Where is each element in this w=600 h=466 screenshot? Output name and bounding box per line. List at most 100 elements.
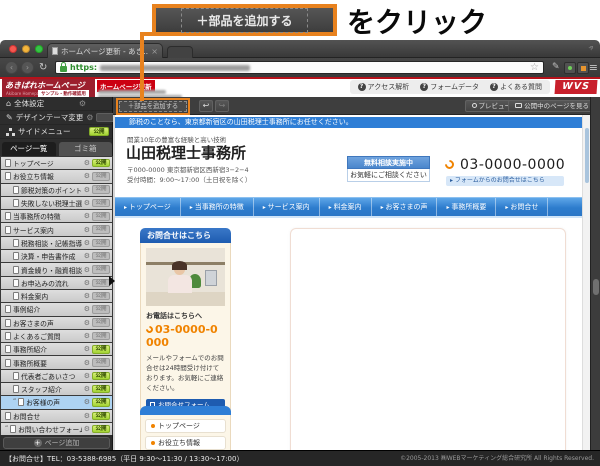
gear-icon[interactable]: ⚙ [84, 372, 90, 380]
page-row[interactable]: ” サービス案内 ⚙ 公開 [1, 223, 112, 235]
gear-icon[interactable]: ⚙ [84, 212, 90, 220]
app-scrollbar[interactable] [590, 97, 600, 450]
url-field[interactable]: https: ☆ [55, 61, 544, 74]
site-nav-item[interactable]: サービス案内 [254, 198, 320, 216]
gear-icon[interactable]: ⚙ [84, 279, 90, 287]
gear-icon[interactable]: ⚙ [84, 266, 90, 274]
page-row[interactable]: ” 失敗しない税理士選び ⚙ 公開 [1, 197, 112, 209]
gear-icon[interactable]: ⚙ [84, 398, 90, 406]
add-part-button[interactable]: ＋部品を追加する [119, 101, 187, 112]
publish-badge[interactable]: 公開 [92, 159, 110, 168]
gear-icon[interactable]: ⚙ [79, 100, 86, 108]
sidebar-item-side-menu[interactable]: サイドメニュー 公開 [0, 125, 112, 139]
page-row[interactable]: ” 料金案内 ⚙ 公開 [1, 290, 112, 302]
header-link[interactable]: ?フォームデータ [420, 82, 479, 92]
redo-button[interactable]: ↪ [215, 100, 229, 112]
extension-icon-orange[interactable] [577, 62, 589, 74]
page-row[interactable]: ” 事例紹介 ⚙ 公開 [1, 303, 112, 315]
gear-icon[interactable]: ⚙ [84, 305, 90, 313]
gear-icon[interactable]: ⚙ [84, 359, 90, 367]
site-nav-item[interactable]: 事務所概要 [437, 198, 496, 216]
page-row[interactable]: ” お客様の声 ⚙ 公開 [1, 396, 112, 408]
page-row[interactable]: ” お役立ち情報 ⚙ 公開 [1, 170, 112, 182]
browser-menu-icon[interactable]: ≡ [589, 61, 598, 74]
publish-badge[interactable]: 公開 [92, 265, 110, 274]
publish-badge[interactable]: 公開 [92, 239, 110, 248]
gear-icon[interactable]: ⚙ [86, 114, 93, 122]
publish-badge[interactable]: 公開 [92, 292, 110, 301]
site-nav-item[interactable]: お客さまの声 [372, 198, 438, 216]
fullscreen-icon[interactable]: » [587, 43, 598, 54]
gear-icon[interactable]: ⚙ [84, 172, 90, 180]
preview-scrollbar[interactable] [582, 115, 590, 450]
extension-icon-green[interactable] [564, 62, 576, 74]
background-tab[interactable] [167, 46, 193, 58]
page-row[interactable]: ” 資金繰り・融資相談 ⚙ 公開 [1, 263, 112, 275]
publish-badge[interactable]: 公開 [92, 358, 110, 367]
gear-icon[interactable]: ⚙ [84, 412, 90, 420]
back-button[interactable]: ‹ [5, 61, 18, 74]
gear-icon[interactable]: ⚙ [84, 425, 90, 433]
gear-icon[interactable]: ⚙ [84, 252, 90, 260]
menu-widget-item[interactable]: お役立ち情報 [145, 436, 226, 450]
publish-badge[interactable]: 公開 [92, 279, 110, 288]
site-nav-item[interactable]: お問合せ [496, 198, 548, 216]
page-row[interactable]: ” 代表者ごあいさつ ⚙ 公開 [1, 370, 112, 382]
header-link[interactable]: ?アクセス解析 [358, 82, 410, 92]
gear-icon[interactable]: ⚙ [84, 226, 90, 234]
publish-badge[interactable]: 公開 [92, 252, 110, 261]
gear-icon[interactable]: ⚙ [84, 319, 90, 327]
zoom-window-button[interactable] [35, 45, 43, 53]
site-nav-item[interactable]: トップページ [115, 198, 181, 216]
page-row[interactable]: ” お問い合わせフォーム ⚙ 公開 [1, 423, 112, 435]
page-row[interactable]: ” 決算・申告書作成 ⚙ 公開 [1, 250, 112, 262]
page-row[interactable]: ” 事務所概要 ⚙ 公開 [1, 356, 112, 368]
gear-icon[interactable]: ⚙ [84, 239, 90, 247]
page-row[interactable]: ” よくあるご質問 ⚙ 公開 [1, 330, 112, 342]
publish-badge[interactable]: 公開 [92, 345, 110, 354]
page-row[interactable]: ” スタッフ紹介 ⚙ 公開 [1, 383, 112, 395]
forward-button[interactable]: › [21, 61, 34, 74]
header-link[interactable]: ?よくある質問 [490, 82, 542, 92]
add-page-button[interactable]: + ページ追加 [3, 437, 110, 449]
publish-badge[interactable]: 公開 [92, 332, 110, 341]
page-row[interactable]: ” 税務相談・記帳指導 ⚙ 公開 [1, 237, 112, 249]
menu-widget-item[interactable]: トップページ [145, 419, 226, 433]
tab-trash[interactable]: ゴミ箱 [59, 142, 113, 156]
minimize-window-button[interactable] [22, 45, 30, 53]
view-live-page-button[interactable]: 公開中のページを見る [508, 100, 596, 112]
tab-page-list[interactable]: ページ一覧 [2, 142, 56, 156]
reload-icon[interactable]: ↻ [39, 61, 47, 74]
app-scrollbar-thumb[interactable] [593, 279, 599, 295]
publish-badge[interactable]: 公開 [89, 127, 109, 136]
gear-icon[interactable]: ⚙ [84, 332, 90, 340]
publish-badge[interactable]: 公開 [92, 385, 110, 394]
gear-icon[interactable]: ⚙ [84, 385, 90, 393]
close-window-button[interactable] [9, 45, 17, 53]
bookmark-star-icon[interactable]: ☆ [530, 62, 539, 73]
undo-button[interactable]: ↩ [199, 100, 213, 112]
page-row[interactable]: ” トップページ ⚙ 公開 [1, 157, 112, 169]
pencil-extension-icon[interactable]: ✎ [552, 62, 560, 72]
page-row[interactable]: ” お客さまの声 ⚙ 公開 [1, 317, 112, 329]
publish-badge[interactable]: 公開 [92, 398, 110, 407]
publish-badge[interactable]: 公開 [92, 185, 110, 194]
sidebar-item-design-theme[interactable]: ✎ デザインテーマ変更 ⚙ [0, 111, 112, 125]
gear-icon[interactable]: ⚙ [84, 159, 90, 167]
publish-badge[interactable]: 公開 [92, 412, 110, 421]
publish-badge[interactable]: 公開 [92, 318, 110, 327]
gear-icon[interactable]: ⚙ [84, 292, 90, 300]
sidebar-collapse-arrow[interactable] [109, 276, 115, 286]
form-contact-link[interactable]: フォームからのお問合せはこちら [446, 176, 564, 186]
site-nav-item[interactable]: 当事務所の特徴 [181, 198, 254, 216]
site-nav-item[interactable]: 料金案内 [320, 198, 372, 216]
publish-badge[interactable]: 公開 [92, 212, 110, 221]
page-row[interactable]: ” お申込みの流れ ⚙ 公開 [1, 277, 112, 289]
page-row[interactable]: ” お問合せ ⚙ 公開 [1, 410, 112, 422]
publish-badge[interactable]: 公開 [92, 172, 110, 181]
publish-badge[interactable]: 公開 [92, 305, 110, 314]
gear-icon[interactable]: ⚙ [84, 199, 90, 207]
page-row[interactable]: ” 事務所紹介 ⚙ 公開 [1, 343, 112, 355]
page-row[interactable]: ” 当事務所の特徴 ⚙ 公開 [1, 210, 112, 222]
publish-badge[interactable]: 公開 [92, 199, 110, 208]
